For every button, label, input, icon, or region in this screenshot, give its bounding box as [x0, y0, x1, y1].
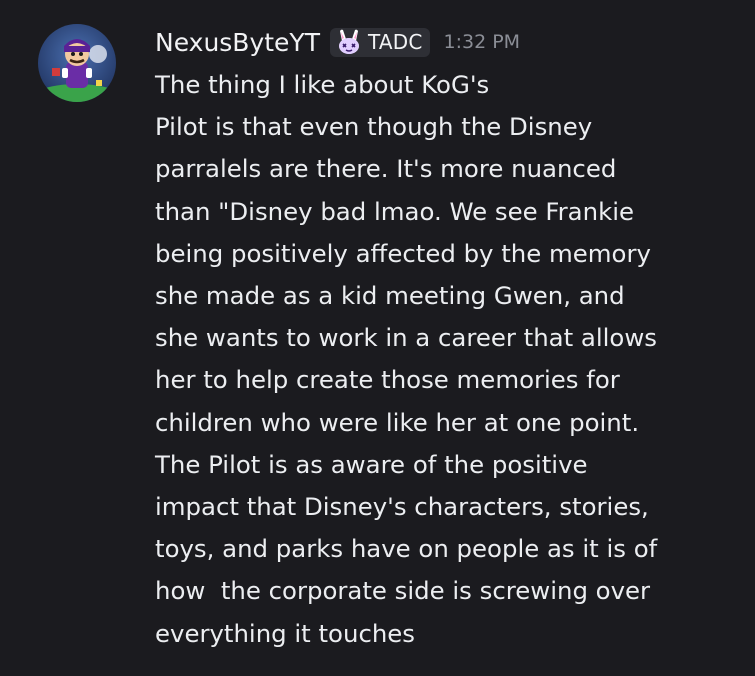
message-line: she wants to work in a career that allow… — [155, 323, 658, 353]
message-content: The thing I like about KoG's Pilot is th… — [155, 64, 751, 655]
bunny-icon — [338, 29, 359, 54]
message-line: parralels are there. It's more nuanced — [155, 154, 617, 184]
username[interactable]: NexusByteYT — [155, 28, 320, 57]
message-header: NexusByteYT TADC 1:32 PM — [155, 22, 520, 62]
message-line: The Pilot is as aware of the positive — [155, 449, 588, 479]
message-line: she made as a kid meeting Gwen, and — [155, 281, 625, 311]
server-tag-label: TADC — [367, 30, 423, 54]
server-tag-badge[interactable]: TADC — [329, 27, 430, 57]
message-line: how the corporate side is screwing over — [155, 576, 651, 606]
message-line: toys, and parks have on people as it is … — [155, 534, 658, 564]
message-line: her to help create those memories for — [155, 365, 620, 395]
message-timestamp[interactable]: 1:32 PM — [444, 31, 521, 53]
message-line: impact that Disney's characters, stories… — [155, 492, 649, 522]
message-line: than "Disney bad lmao. We see Frankie — [155, 196, 634, 226]
message-line: being positively affected by the memory — [155, 238, 651, 268]
message-line: everything it touches — [155, 618, 416, 648]
message-line: children who were like her at one point. — [155, 407, 640, 437]
purple-character-avatar-icon — [38, 24, 116, 102]
message-line: The thing I like about KoG's — [155, 70, 490, 99]
user-avatar[interactable] — [38, 24, 116, 102]
message-line: Pilot is that even though the Disney — [155, 112, 593, 142]
chat-message: NexusByteYT TADC 1:32 PM The thing I lik… — [0, 0, 755, 676]
